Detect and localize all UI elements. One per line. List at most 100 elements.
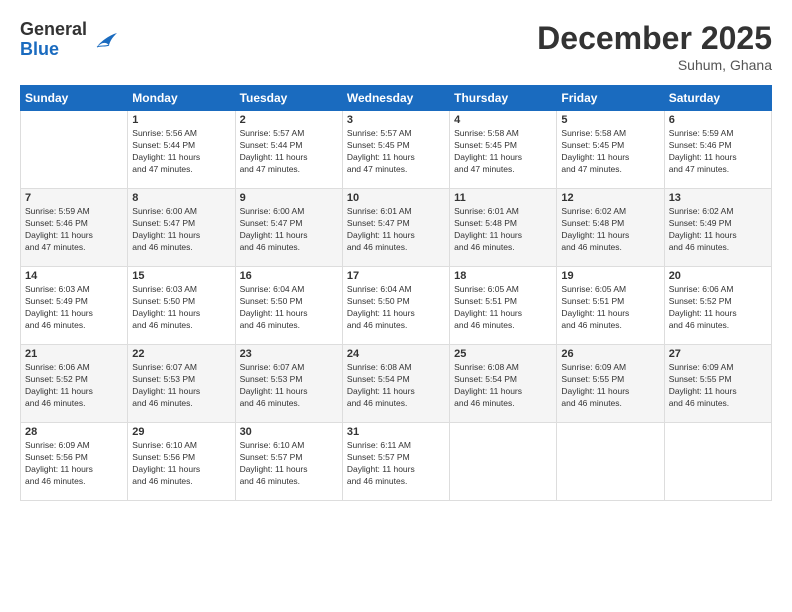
calendar-cell: 16 Sunrise: 6:04 AM Sunset: 5:50 PM Dayli… (235, 267, 342, 345)
calendar-cell: 13Sunrise: 6:02 AM Sunset: 5:49 PM Dayli… (664, 189, 771, 267)
calendar-cell: 20 Sunrise: 6:06 AM Sunset: 5:52 PM Dayli… (664, 267, 771, 345)
day-info: Sunrise: 6:02 AM Sunset: 5:49 PM Dayligh… (669, 206, 767, 254)
day-info: Sunrise: 6:00 AM Sunset: 5:47 PM Dayligh… (132, 206, 230, 254)
logo-bird-icon (89, 25, 119, 55)
calendar-cell (450, 423, 557, 501)
day-info: Sunrise: 6:04 AM Sunset: 5:50 PM Dayligh… (240, 284, 338, 332)
day-number: 26 (561, 348, 659, 360)
day-number: 7 (25, 192, 123, 204)
day-info: Sunrise: 5:57 AM Sunset: 5:45 PM Dayligh… (347, 128, 445, 176)
day-info: Sunrise: 6:08 AM Sunset: 5:54 PM Dayligh… (347, 362, 445, 410)
day-info: Sunrise: 6:06 AM Sunset: 5:52 PM Dayligh… (25, 362, 123, 410)
calendar-cell: 1 Sunrise: 5:56 AM Sunset: 5:44 PM Daylig… (128, 111, 235, 189)
calendar-cell: 27 Sunrise: 6:09 AM Sunset: 5:55 PM Dayli… (664, 345, 771, 423)
calendar-cell: 10 Sunrise: 6:01 AM Sunset: 5:47 PM Dayli… (342, 189, 449, 267)
calendar-cell: 14 Sunrise: 6:03 AM Sunset: 5:49 PM Dayli… (21, 267, 128, 345)
day-info: Sunrise: 6:03 AM Sunset: 5:49 PM Dayligh… (25, 284, 123, 332)
calendar-cell: 24 Sunrise: 6:08 AM Sunset: 5:54 PM Dayli… (342, 345, 449, 423)
day-info: Sunrise: 5:57 AM Sunset: 5:44 PM Dayligh… (240, 128, 338, 176)
day-number: 15 (132, 270, 230, 282)
calendar-table: SundayMondayTuesdayWednesdayThursdayFrid… (20, 85, 772, 501)
calendar-week-row: 1 Sunrise: 5:56 AM Sunset: 5:44 PM Daylig… (21, 111, 772, 189)
calendar-cell: 21 Sunrise: 6:06 AM Sunset: 5:52 PM Dayli… (21, 345, 128, 423)
day-info: Sunrise: 6:05 AM Sunset: 5:51 PM Dayligh… (454, 284, 552, 332)
calendar-day-header: Sunday (21, 86, 128, 111)
day-number: 24 (347, 348, 445, 360)
calendar-day-header: Tuesday (235, 86, 342, 111)
calendar-cell: 5 Sunrise: 5:58 AM Sunset: 5:45 PM Daylig… (557, 111, 664, 189)
day-info: Sunrise: 6:09 AM Sunset: 5:55 PM Dayligh… (561, 362, 659, 410)
calendar-cell (557, 423, 664, 501)
calendar-week-row: 7 Sunrise: 5:59 AM Sunset: 5:46 PM Daylig… (21, 189, 772, 267)
day-info: Sunrise: 6:02 AM Sunset: 5:48 PM Dayligh… (561, 206, 659, 254)
day-number: 21 (25, 348, 123, 360)
logo-general: General (20, 20, 87, 40)
day-number: 5 (561, 114, 659, 126)
day-number: 6 (669, 114, 767, 126)
day-number: 30 (240, 426, 338, 438)
day-number: 1 (132, 114, 230, 126)
calendar-header-row: SundayMondayTuesdayWednesdayThursdayFrid… (21, 86, 772, 111)
calendar-cell: 15 Sunrise: 6:03 AM Sunset: 5:50 PM Dayli… (128, 267, 235, 345)
calendar-cell: 6 Sunrise: 5:59 AM Sunset: 5:46 PM Daylig… (664, 111, 771, 189)
day-number: 14 (25, 270, 123, 282)
day-number: 11 (454, 192, 552, 204)
calendar-cell: 22Sunrise: 6:07 AM Sunset: 5:53 PM Dayli… (128, 345, 235, 423)
calendar-cell: 31 Sunrise: 6:11 AM Sunset: 5:57 PM Dayli… (342, 423, 449, 501)
calendar-week-row: 14 Sunrise: 6:03 AM Sunset: 5:49 PM Dayli… (21, 267, 772, 345)
day-info: Sunrise: 5:58 AM Sunset: 5:45 PM Dayligh… (561, 128, 659, 176)
day-number: 25 (454, 348, 552, 360)
calendar-cell (21, 111, 128, 189)
day-number: 12 (561, 192, 659, 204)
day-info: Sunrise: 6:01 AM Sunset: 5:48 PM Dayligh… (454, 206, 552, 254)
header: General Blue December 2025 Suhum, Ghana (20, 20, 772, 73)
calendar-cell: 19Sunrise: 6:05 AM Sunset: 5:51 PM Dayli… (557, 267, 664, 345)
day-info: Sunrise: 5:56 AM Sunset: 5:44 PM Dayligh… (132, 128, 230, 176)
logo-blue: Blue (20, 40, 87, 60)
calendar-cell: 29Sunrise: 6:10 AM Sunset: 5:56 PM Dayli… (128, 423, 235, 501)
calendar-cell: 18 Sunrise: 6:05 AM Sunset: 5:51 PM Dayli… (450, 267, 557, 345)
day-info: Sunrise: 6:10 AM Sunset: 5:57 PM Dayligh… (240, 440, 338, 488)
day-info: Sunrise: 6:07 AM Sunset: 5:53 PM Dayligh… (240, 362, 338, 410)
page: General Blue December 2025 Suhum, Ghana … (0, 0, 792, 612)
calendar-day-header: Wednesday (342, 86, 449, 111)
day-number: 27 (669, 348, 767, 360)
logo-text: General Blue (20, 20, 87, 60)
day-number: 20 (669, 270, 767, 282)
month-title: December 2025 (537, 20, 772, 57)
day-info: Sunrise: 6:05 AM Sunset: 5:51 PM Dayligh… (561, 284, 659, 332)
day-number: 2 (240, 114, 338, 126)
day-info: Sunrise: 6:01 AM Sunset: 5:47 PM Dayligh… (347, 206, 445, 254)
day-info: Sunrise: 6:11 AM Sunset: 5:57 PM Dayligh… (347, 440, 445, 488)
calendar-cell: 11 Sunrise: 6:01 AM Sunset: 5:48 PM Dayli… (450, 189, 557, 267)
day-info: Sunrise: 5:59 AM Sunset: 5:46 PM Dayligh… (25, 206, 123, 254)
day-number: 8 (132, 192, 230, 204)
calendar-cell: 28Sunrise: 6:09 AM Sunset: 5:56 PM Dayli… (21, 423, 128, 501)
calendar-cell: 7 Sunrise: 5:59 AM Sunset: 5:46 PM Daylig… (21, 189, 128, 267)
day-info: Sunrise: 6:03 AM Sunset: 5:50 PM Dayligh… (132, 284, 230, 332)
day-number: 18 (454, 270, 552, 282)
day-info: Sunrise: 6:06 AM Sunset: 5:52 PM Dayligh… (669, 284, 767, 332)
calendar-day-header: Monday (128, 86, 235, 111)
calendar-cell: 3Sunrise: 5:57 AM Sunset: 5:45 PM Daylig… (342, 111, 449, 189)
day-number: 28 (25, 426, 123, 438)
calendar-cell: 2 Sunrise: 5:57 AM Sunset: 5:44 PM Daylig… (235, 111, 342, 189)
calendar-cell (664, 423, 771, 501)
day-info: Sunrise: 6:07 AM Sunset: 5:53 PM Dayligh… (132, 362, 230, 410)
calendar-cell: 9 Sunrise: 6:00 AM Sunset: 5:47 PM Daylig… (235, 189, 342, 267)
day-number: 17 (347, 270, 445, 282)
calendar-cell: 17Sunrise: 6:04 AM Sunset: 5:50 PM Dayli… (342, 267, 449, 345)
calendar-cell: 30 Sunrise: 6:10 AM Sunset: 5:57 PM Dayli… (235, 423, 342, 501)
day-number: 10 (347, 192, 445, 204)
day-info: Sunrise: 6:09 AM Sunset: 5:55 PM Dayligh… (669, 362, 767, 410)
day-info: Sunrise: 5:58 AM Sunset: 5:45 PM Dayligh… (454, 128, 552, 176)
day-number: 31 (347, 426, 445, 438)
calendar-day-header: Saturday (664, 86, 771, 111)
day-info: Sunrise: 6:00 AM Sunset: 5:47 PM Dayligh… (240, 206, 338, 254)
day-number: 9 (240, 192, 338, 204)
calendar-day-header: Thursday (450, 86, 557, 111)
logo: General Blue (20, 20, 119, 60)
calendar-week-row: 21 Sunrise: 6:06 AM Sunset: 5:52 PM Dayli… (21, 345, 772, 423)
day-info: Sunrise: 5:59 AM Sunset: 5:46 PM Dayligh… (669, 128, 767, 176)
day-number: 16 (240, 270, 338, 282)
